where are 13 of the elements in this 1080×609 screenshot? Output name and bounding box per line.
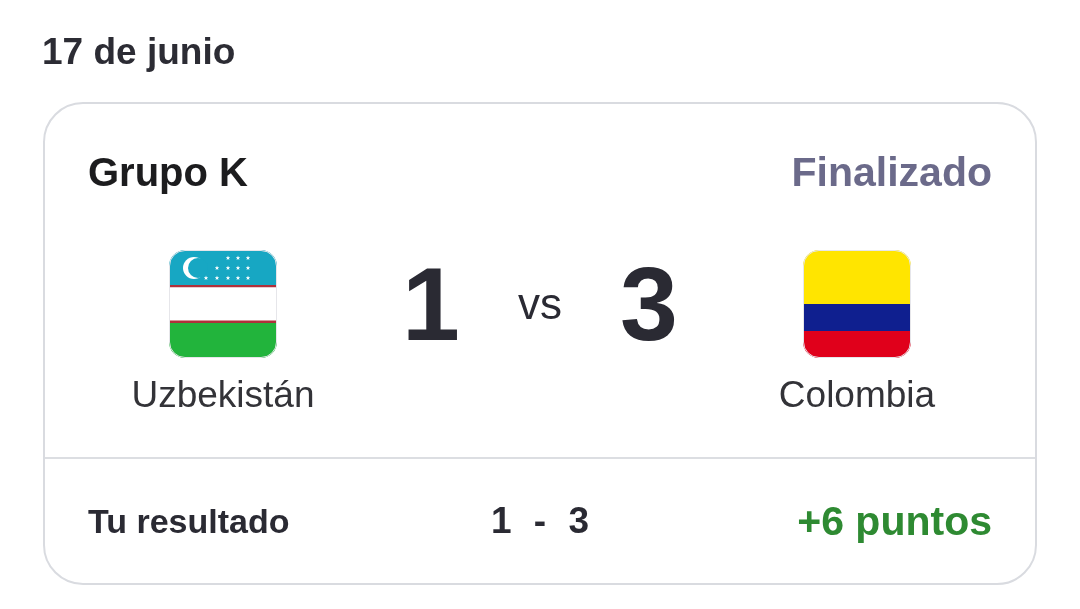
score: 1 — [402, 250, 460, 358]
versus-label: vs — [518, 278, 562, 330]
date-heading: 17 de junio — [42, 30, 236, 74]
team-name: Colombia — [778, 373, 936, 417]
crescent-stars-flag-icon — [169, 250, 277, 358]
points-earned: +6 puntos — [797, 497, 992, 545]
score: 3 — [620, 250, 678, 358]
prediction-label: Tu resultado — [88, 501, 290, 542]
group-label: Grupo K — [88, 149, 248, 196]
team-name: Uzbekistán — [131, 373, 315, 417]
predicted-score: 1 - 3 — [490, 499, 589, 543]
match-status: Finalizado — [791, 148, 992, 196]
tricolor-flag-icon — [803, 250, 911, 358]
